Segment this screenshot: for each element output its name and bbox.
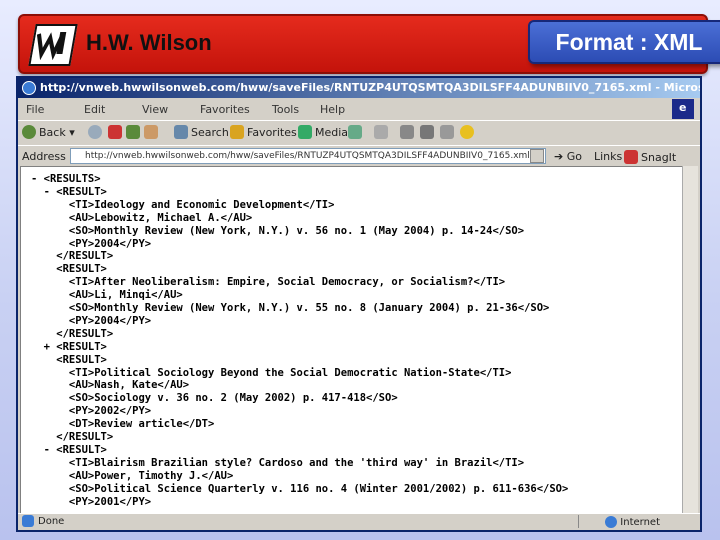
xml-line: <PY>2004</PY> (31, 237, 152, 250)
xml-line[interactable]: - <RESULT> (31, 186, 107, 199)
favorites-star-icon (230, 125, 244, 139)
window-titlebar: http://vnweb.hwwilsonweb.com/hww/saveFil… (18, 78, 700, 98)
xml-line: <PY>2004</PY> (31, 314, 152, 327)
format-label: Format : XML (528, 20, 720, 64)
browser-throbber-icon: e (672, 99, 694, 119)
xml-line: <RESULT> (31, 263, 107, 276)
xml-line[interactable]: + <RESULT> (31, 341, 107, 354)
media-icon (298, 125, 312, 139)
status-text: Done (38, 516, 65, 527)
status-bar: Done Internet (18, 513, 700, 530)
xml-line: <AU>Li, Minqi</AU> (31, 289, 183, 302)
back-arrow-icon (22, 125, 36, 139)
snagit-icon (624, 150, 638, 164)
xml-line: <TI>Ideology and Economic Development</T… (31, 198, 335, 211)
brand-name: H.W. Wilson (86, 30, 212, 55)
menu-help[interactable]: Help (320, 103, 370, 116)
window-title: http://vnweb.hwwilsonweb.com/hww/saveFil… (40, 81, 700, 94)
xml-content-area[interactable]: - <RESULTS> - <RESULT> <TI>Ideology and … (20, 166, 684, 514)
print-icon (400, 125, 414, 139)
go-button[interactable]: ➔ Go (554, 150, 582, 163)
xml-line: </RESULT> (31, 431, 114, 443)
xml-line: <AU>Lebowitz, Michael A.</AU> (31, 211, 253, 224)
print-button[interactable] (400, 124, 417, 142)
address-label: Address (22, 150, 66, 163)
links-button[interactable]: Links (594, 150, 622, 163)
home-icon (144, 125, 158, 139)
forward-button[interactable] (88, 124, 105, 142)
xml-line: <SO>Monthly Review (New York, N.Y.) v. 5… (31, 302, 550, 314)
home-button[interactable] (144, 124, 161, 142)
status-divider (578, 515, 579, 528)
back-button[interactable]: Back ▾ (22, 124, 75, 142)
xml-line: </RESULT> (31, 327, 114, 340)
smiley-icon (460, 125, 474, 139)
menu-edit[interactable]: Edit (84, 103, 134, 116)
edit-button[interactable] (420, 124, 437, 142)
search-button[interactable]: Search (174, 124, 229, 142)
menu-tools[interactable]: Tools (272, 103, 312, 116)
header-banner: H.W. Wilson Format : XML (18, 14, 720, 74)
menu-bar: File Edit View Favorites Tools Help e (18, 98, 700, 121)
xml-line: <PY>2001</PY> (31, 495, 152, 508)
internet-explorer-icon (22, 81, 36, 95)
xml-line: <TI>After Neoliberalism: Empire, Social … (31, 276, 506, 289)
messenger-button[interactable] (460, 124, 477, 142)
history-icon (348, 125, 362, 139)
xml-line: <AU>Nash, Kate</AU> (31, 379, 190, 392)
mail-button[interactable] (374, 124, 391, 142)
menu-file[interactable]: File (26, 103, 76, 116)
xml-line: <PY>2002</PY> (31, 405, 152, 418)
zone-label: Internet (605, 516, 660, 528)
search-icon (174, 125, 188, 139)
address-dropdown-chevron-down-icon[interactable] (530, 149, 544, 163)
internet-zone-icon (605, 516, 618, 528)
menu-view[interactable]: View (142, 103, 192, 116)
xml-line: <SO>Monthly Review (New York, N.Y.) v. 5… (31, 224, 525, 237)
mail-icon (374, 125, 388, 139)
hw-wilson-logo-icon (28, 24, 78, 66)
xml-line: <TI>Blairism Brazilian style? Cardoso an… (31, 456, 525, 469)
page-status-icon (22, 515, 34, 527)
stop-icon (108, 125, 122, 139)
address-bar: Address http://vnweb.hwwilsonweb.com/hww… (18, 146, 700, 168)
forward-arrow-icon (88, 125, 102, 139)
media-button[interactable]: Media (298, 124, 348, 142)
menu-favorites[interactable]: Favorites (200, 103, 264, 116)
toolbar: Back ▾ Search Favorites Media (18, 121, 700, 146)
refresh-button[interactable] (126, 124, 143, 142)
xml-line: <RESULT> (31, 353, 107, 366)
discuss-button[interactable] (440, 124, 457, 142)
snagit-button[interactable]: SnagIt (624, 150, 676, 164)
xml-line: <SO>Sociology v. 36 no. 2 (May 2002) p. … (31, 392, 398, 405)
xml-line: <AU>Power, Timothy J.</AU> (31, 469, 234, 482)
xml-line[interactable]: - <RESULT> (31, 444, 107, 457)
browser-window: http://vnweb.hwwilsonweb.com/hww/saveFil… (16, 76, 702, 532)
discuss-icon (440, 125, 454, 139)
refresh-icon (126, 125, 140, 139)
xml-line[interactable]: - <RESULTS> (31, 173, 101, 186)
vertical-scrollbar[interactable] (682, 166, 698, 514)
history-button[interactable] (348, 124, 365, 142)
favorites-button[interactable]: Favorites (230, 124, 297, 142)
xml-line: <DT>Review article</DT> (31, 418, 215, 431)
xml-line: </RESULT> (31, 250, 114, 263)
stop-button[interactable] (108, 124, 125, 142)
edit-icon (420, 125, 434, 139)
xml-line: <SO>Political Science Quarterly v. 116 n… (31, 482, 569, 495)
address-input[interactable]: http://vnweb.hwwilsonweb.com/hww/saveFil… (70, 148, 546, 164)
xml-line: <TI>Political Sociology Beyond the Socia… (31, 366, 512, 379)
